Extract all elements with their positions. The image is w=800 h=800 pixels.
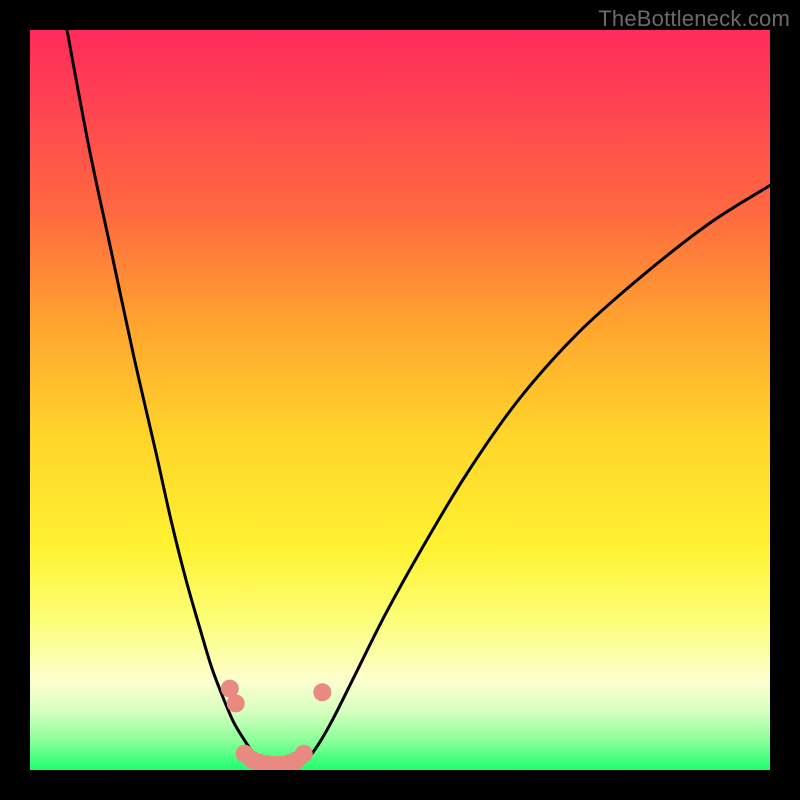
- data-marker: [236, 745, 254, 763]
- data-marker: [295, 745, 313, 763]
- curve-layer: [30, 30, 770, 770]
- data-marker: [313, 683, 331, 701]
- data-marker: [243, 751, 261, 769]
- left-branch-curve: [67, 30, 267, 767]
- watermark-text: TheBottleneck.com: [598, 6, 790, 32]
- chart-frame: TheBottleneck.com: [0, 0, 800, 800]
- right-branch-curve: [296, 185, 770, 767]
- data-marker: [250, 754, 268, 770]
- data-marker: [265, 756, 283, 770]
- data-marker: [227, 694, 245, 712]
- data-marker: [258, 755, 276, 770]
- marker-group: [221, 680, 331, 770]
- data-marker: [221, 680, 239, 698]
- data-marker: [287, 751, 305, 769]
- data-marker: [280, 754, 298, 770]
- data-marker: [273, 756, 291, 770]
- plot-area: [30, 30, 770, 770]
